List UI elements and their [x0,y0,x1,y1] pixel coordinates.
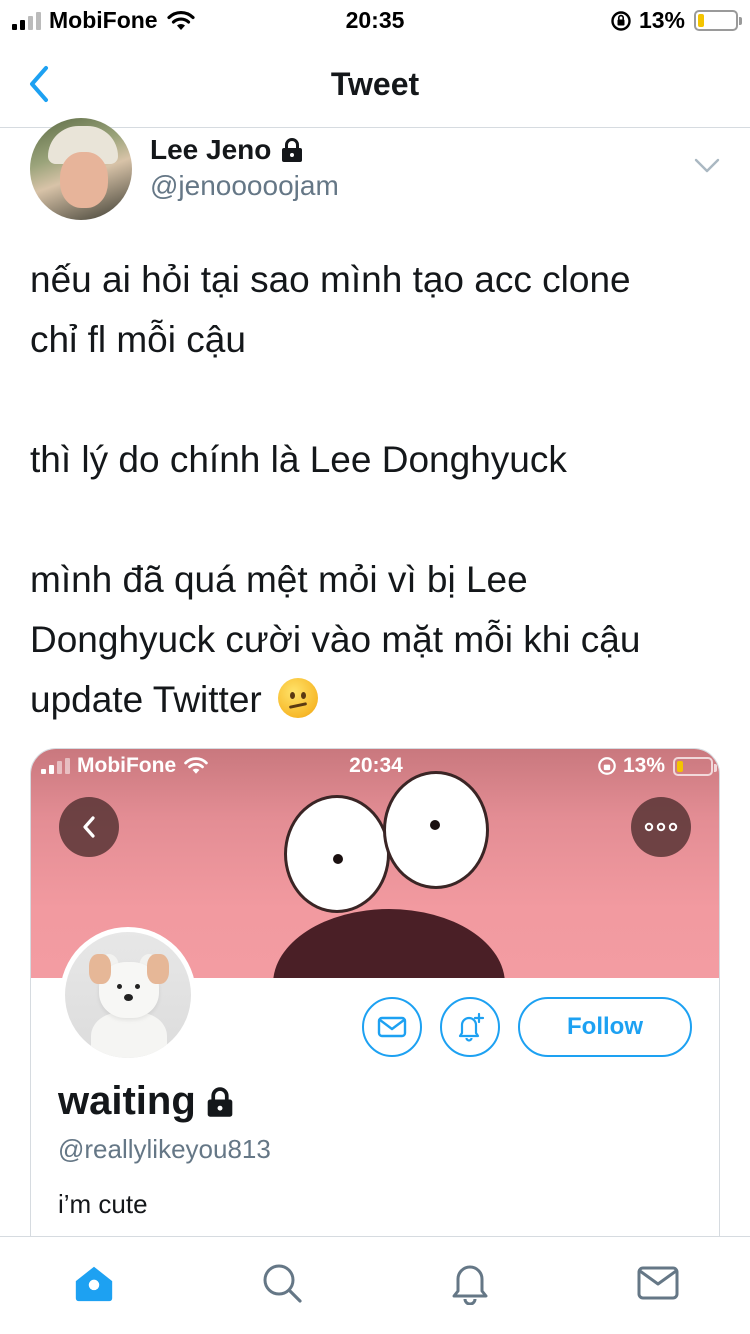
cartoon-mouth [273,909,505,978]
embedded-status-bar: MobiFone 20:34 13% [31,749,719,783]
tab-notifications[interactable] [448,1261,492,1305]
embedded-profile-avatar [60,927,196,1063]
author-avatar[interactable] [30,118,132,220]
tweet-line: chỉ fl mỗi cậu [30,319,246,360]
embedded-status-right: 13% [597,754,717,778]
cartoon-eye-right [383,771,489,889]
orientation-lock-icon [611,10,631,31]
battery-percent: 13% [638,7,685,33]
embedded-profile-bio: i’m cute [58,1189,148,1219]
embedded-profile-name-text: waiting [58,1079,196,1123]
tweet-image[interactable]: MobiFone 20:34 13% Follow waiting @reall… [30,748,720,1248]
tweet-line: nếu ai hỏi tại sao mình tạo acc clone [30,259,631,300]
bell-plus-icon [458,1012,485,1042]
tweet-line-text: update Twitter [30,679,262,720]
embedded-message-button [362,997,422,1057]
search-icon [263,1264,302,1303]
battery-icon [673,756,717,776]
lock-icon [282,138,303,162]
embedded-battery-percent: 13% [622,754,665,777]
embedded-more-button [631,797,691,857]
tweet-detail-screen: MobiFone 20:35 13% Tweet Lee Jeno @jenoo… [0,0,750,1334]
chevron-left-icon [83,816,95,838]
embedded-profile-name: waiting [58,1079,236,1124]
orientation-lock-icon [598,757,616,775]
chevron-down-icon[interactable] [694,156,720,176]
tab-home[interactable] [72,1261,116,1305]
embedded-profile-handle: @reallylikeyou813 [58,1134,271,1164]
messages-icon [637,1266,679,1300]
embedded-follow-button: Follow [518,997,692,1057]
status-bar: MobiFone 20:35 13% [0,0,750,40]
tweet-line: Donghyuck cười vào mặt mỗi khi cậu [30,619,641,660]
lock-icon [207,1086,233,1117]
navigation-bar: Tweet [0,40,750,128]
tweet-text: nếu ai hỏi tại sao mình tạo acc clone ch… [30,250,720,730]
envelope-icon [377,1016,407,1038]
cartoon-eye-left [284,795,390,913]
tweet-line: thì lý do chính là Lee Donghyuck [30,439,567,480]
tweet-line: mình đã quá mệt mỏi vì bị Lee [30,559,528,600]
home-icon [75,1266,113,1302]
confused-face-emoji [278,678,319,718]
battery-icon [694,10,742,31]
tweet-line-last: update Twitter [30,670,720,730]
tab-search[interactable] [260,1261,304,1305]
embedded-back-button [59,797,119,857]
author-name[interactable]: Lee Jeno [150,134,305,166]
more-icon [644,822,678,832]
status-right: 13% [610,7,742,34]
tab-bar [0,1236,750,1334]
embedded-notify-button [440,997,500,1057]
tab-messages[interactable] [636,1261,680,1305]
page-title: Tweet [330,66,420,102]
notifications-icon [452,1265,488,1305]
author-handle[interactable]: @jenooooojam [150,170,339,202]
author-name-text: Lee Jeno [150,134,272,165]
